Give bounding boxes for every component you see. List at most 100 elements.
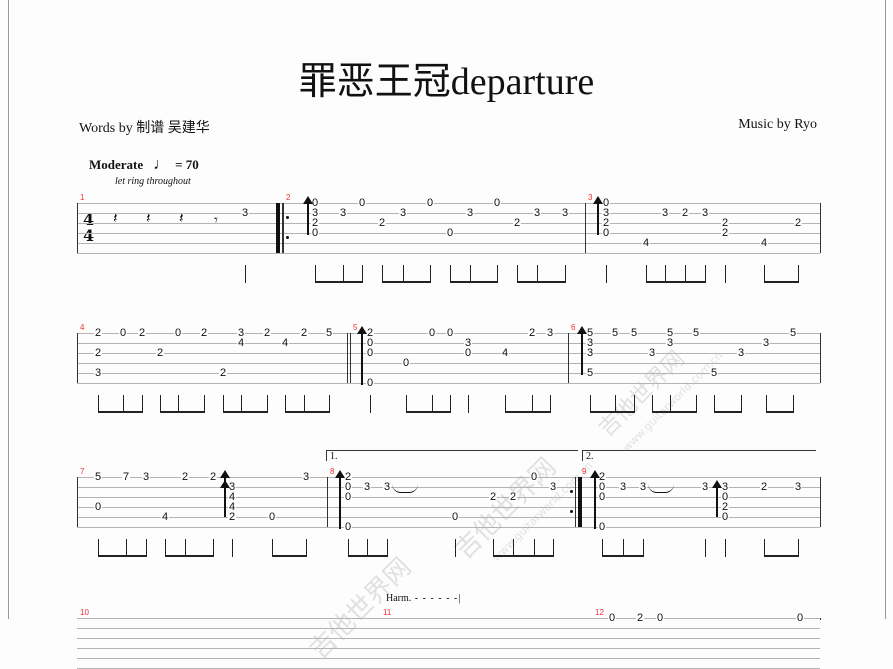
- barline: [283, 203, 284, 253]
- strum-up-arrow-icon: [303, 196, 313, 235]
- fret-number: 3: [532, 207, 542, 219]
- fret-number: 3: [665, 337, 675, 349]
- fret-number: 0: [450, 511, 460, 523]
- rhythm-beam: [646, 281, 706, 283]
- strum-up-arrow-icon: [590, 470, 600, 529]
- time-signature-top: 4: [83, 210, 95, 229]
- staff-line: [77, 648, 820, 649]
- rhythm-beam: [348, 555, 388, 557]
- fret-number: 2: [93, 327, 103, 339]
- fret-number: 0: [118, 327, 128, 339]
- fret-number: 0: [93, 501, 103, 513]
- fret-number: 3: [700, 481, 710, 493]
- strum-up-arrow-icon: [335, 470, 345, 529]
- staff-line: [77, 223, 820, 224]
- fret-number: 3: [362, 481, 372, 493]
- rhythm-beam: [602, 555, 644, 557]
- staff-line: [77, 373, 820, 374]
- fret-number: 5: [691, 327, 701, 339]
- volta-2: 2.: [582, 450, 816, 462]
- rhythm-beam: [590, 411, 635, 413]
- tempo-value: = 70: [175, 157, 199, 172]
- fret-number: 2: [262, 327, 272, 339]
- measure-number: 7: [80, 467, 85, 476]
- measure-number: 9: [582, 467, 587, 476]
- repeat-dot: [286, 236, 289, 239]
- staff-line: [77, 638, 820, 639]
- fret-number: 0: [401, 357, 411, 369]
- fret-number: 0: [607, 612, 617, 624]
- rhythm-beam: [315, 281, 363, 283]
- fret-number: 7: [121, 471, 131, 483]
- fret-number: 0: [597, 521, 607, 533]
- measure-number: 2: [286, 193, 291, 202]
- tempo-label: Moderate: [89, 157, 144, 172]
- fret-number: 4: [280, 337, 290, 349]
- fret-number: 2: [299, 327, 309, 339]
- staff-line: [77, 507, 820, 508]
- fret-number: 3: [736, 347, 746, 359]
- fret-number: 3: [545, 327, 555, 339]
- fret-number: 5: [324, 327, 334, 339]
- rhythm-beam: [764, 555, 799, 557]
- fret-number: 0: [597, 491, 607, 503]
- fret-number: 2: [488, 491, 498, 503]
- rhythm-beam: [285, 411, 330, 413]
- words-by: Words by 制谱 吴建华: [79, 121, 210, 136]
- rhythm-beam: [493, 555, 554, 557]
- fret-number: 2: [137, 327, 147, 339]
- fret-number: 0: [365, 347, 375, 359]
- staff-line: [77, 353, 820, 354]
- time-signature-bottom: 4: [83, 226, 95, 245]
- fret-number: 0: [343, 491, 353, 503]
- fret-number: 3: [338, 207, 348, 219]
- staff-line: [77, 497, 820, 498]
- strum-up-arrow-icon: [593, 196, 603, 235]
- fret-number: 2: [508, 491, 518, 503]
- rhythm-beam: [505, 411, 551, 413]
- rhythm-beam: [98, 555, 147, 557]
- volta-1-label: 1.: [330, 451, 338, 462]
- fret-number: 0: [173, 327, 183, 339]
- fret-number: 5: [629, 327, 639, 339]
- repeat-dot: [286, 216, 289, 219]
- staff-line: [77, 363, 820, 364]
- staff-line: [77, 517, 820, 518]
- staff-line: [77, 658, 820, 659]
- measure-number: 6: [571, 323, 576, 332]
- repeat-dot: [570, 490, 573, 493]
- measure-number: 10: [80, 608, 89, 617]
- barline: [585, 203, 586, 253]
- fret-number: 3: [240, 207, 250, 219]
- fret-number: 2: [759, 481, 769, 493]
- tie-icon: [648, 484, 674, 493]
- staff-line: [77, 343, 820, 344]
- rhythm-beam: [764, 281, 799, 283]
- staff-line: [77, 527, 820, 528]
- fret-number: 2: [199, 327, 209, 339]
- measure-number: 1: [80, 193, 85, 202]
- quarter-note-icon: ♩: [153, 156, 170, 173]
- fret-number: 0: [425, 197, 435, 209]
- repeat-dot: [570, 510, 573, 513]
- final-barline: [820, 477, 821, 527]
- fret-number: 2: [635, 612, 645, 624]
- measure-number: 11: [383, 608, 392, 617]
- fret-number: 4: [759, 237, 769, 249]
- fret-number: 5: [709, 367, 719, 379]
- rhythm-stem: [468, 395, 469, 413]
- fret-number: 0: [427, 327, 437, 339]
- fret-number: 0: [655, 612, 665, 624]
- double-barline: [347, 333, 348, 383]
- rhythm-beam: [450, 281, 498, 283]
- rhythm-beam: [517, 281, 566, 283]
- fret-number: 0: [310, 227, 320, 239]
- fret-number: 3: [647, 347, 657, 359]
- fret-number: 2: [377, 217, 387, 229]
- final-barline: [820, 618, 821, 620]
- barline: [77, 203, 78, 253]
- fret-number: 2: [512, 217, 522, 229]
- fret-number: 3: [465, 207, 475, 219]
- fret-number: 4: [500, 347, 510, 359]
- rhythm-beam: [160, 411, 205, 413]
